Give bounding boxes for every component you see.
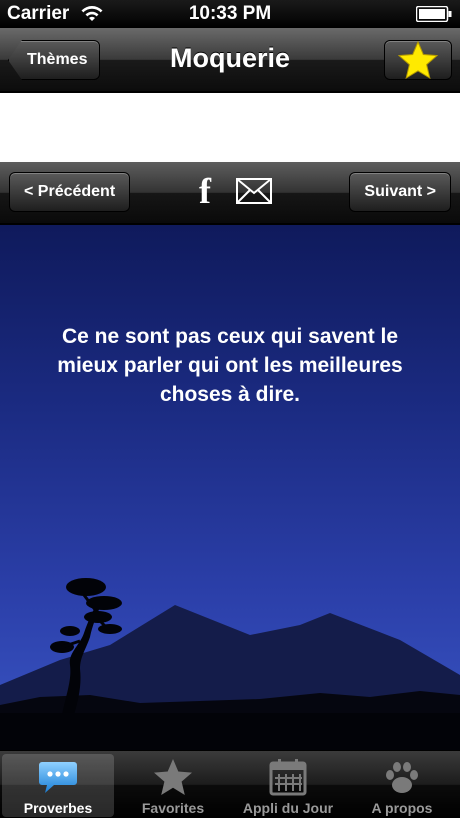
tab-label: Favorites [141, 800, 205, 816]
tab-appli-du-jour[interactable]: Appli du Jour [232, 754, 344, 817]
facebook-share-icon[interactable]: f [194, 173, 216, 209]
mail-icon[interactable] [236, 178, 272, 204]
calendar-icon [269, 759, 307, 796]
tab-label: A propos [371, 800, 433, 816]
proverb-text: Ce ne sont pas ceux qui savent le mieux … [57, 325, 403, 406]
tab-bar: Proverbes Chinois Favorites Appli du Jou… [0, 750, 460, 818]
ad-banner-area [0, 93, 460, 162]
tab-proverbes-chinois[interactable]: Proverbes Chinois [2, 754, 114, 818]
status-time: 10:33 PM [188, 3, 272, 24]
speech-bubble-icon [39, 762, 77, 793]
toolbar: < Précédent f Suivant > [0, 162, 460, 224]
star-icon [154, 759, 192, 795]
proverb-scene: Ce ne sont pas ceux qui savent le mieux … [0, 225, 460, 750]
tab-label: Proverbes Chinois [23, 800, 93, 818]
tab-label: Appli du Jour [242, 800, 334, 816]
battery-icon [416, 6, 452, 22]
mountain-landscape-illustration [0, 578, 460, 750]
previous-button[interactable]: < Précédent [9, 172, 131, 212]
tab-favorites[interactable]: Favorites [117, 754, 229, 817]
tab-a-propos[interactable]: A propos [346, 754, 458, 817]
favorite-button[interactable] [384, 40, 452, 80]
next-button[interactable]: Suivant > [349, 172, 451, 212]
navigation-bar: Thèmes Moquerie [0, 28, 460, 92]
paw-icon [386, 762, 418, 793]
status-bar: Carrier 10:33 PM [0, 0, 460, 28]
star-icon [398, 41, 438, 79]
